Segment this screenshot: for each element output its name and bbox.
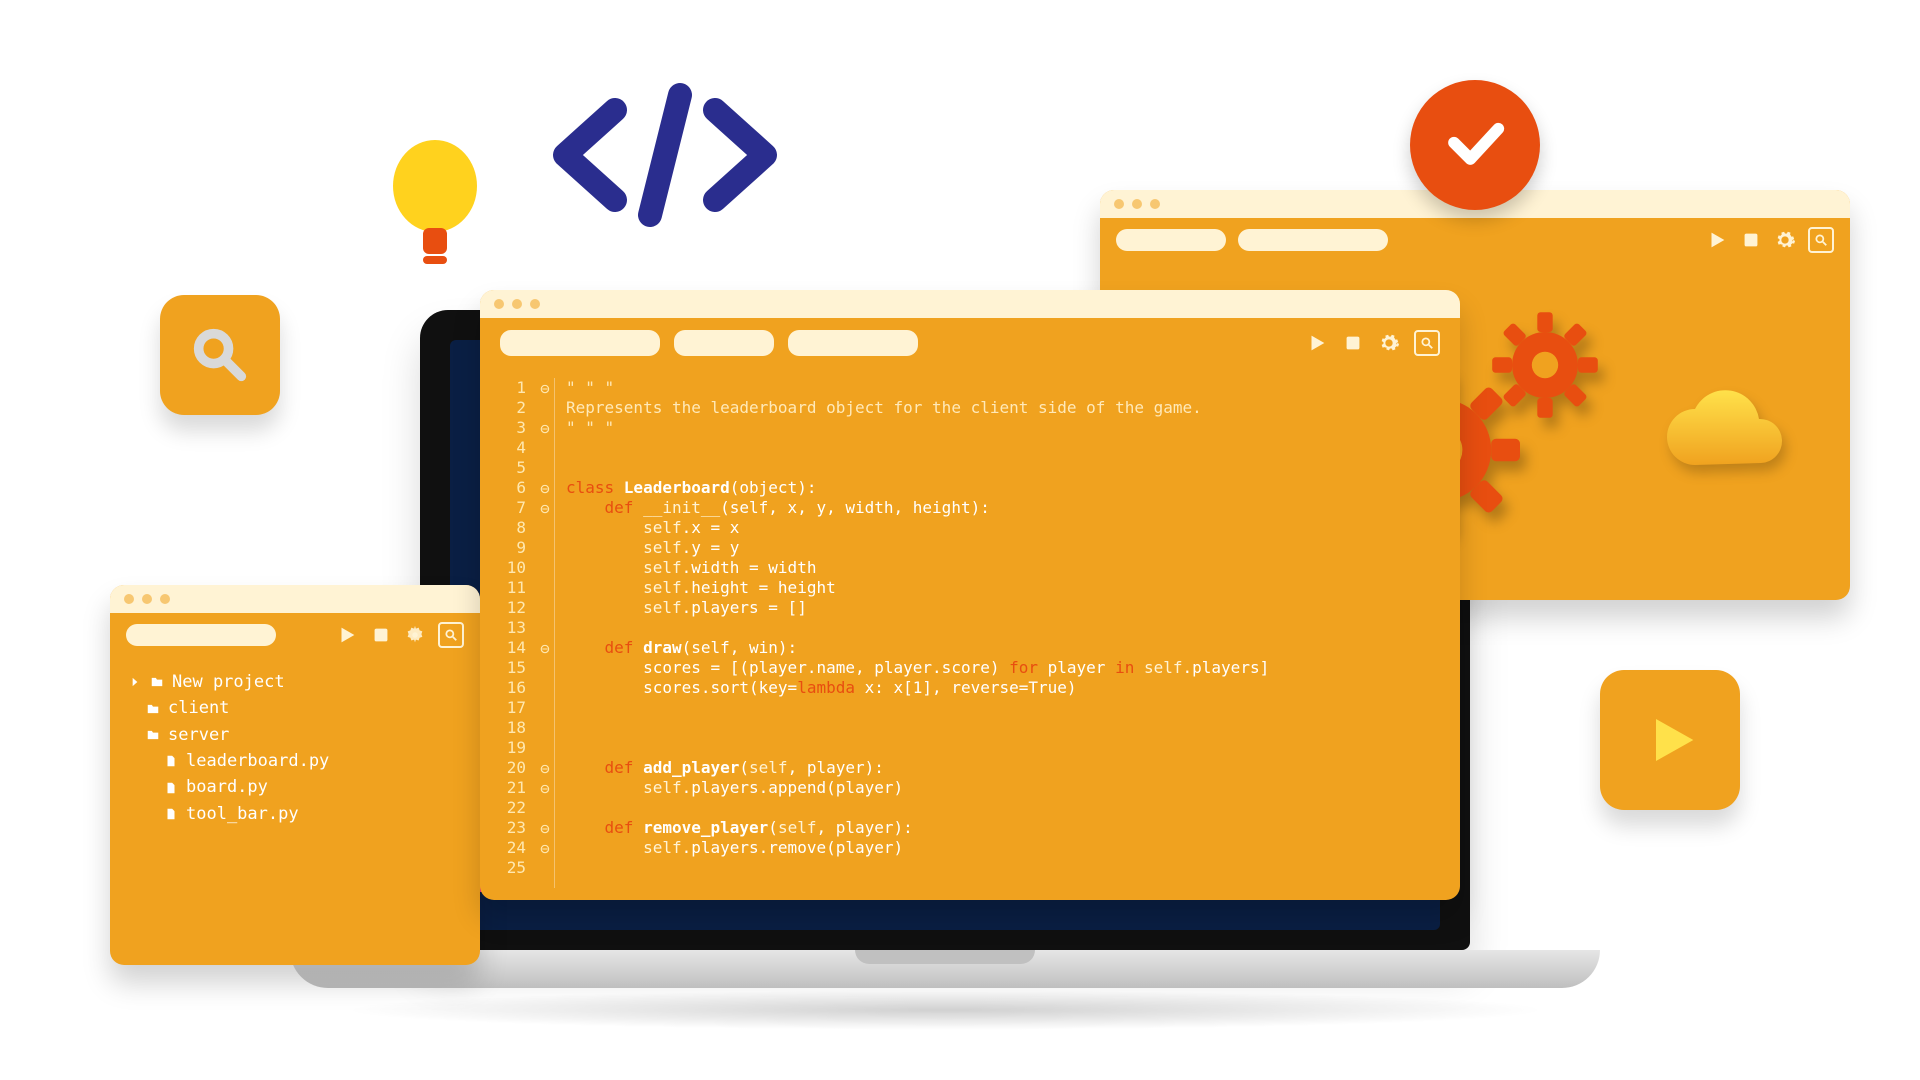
lightbulb-icon (385, 136, 485, 276)
code-editor[interactable]: 1234567891011121314151617181920212223242… (480, 368, 1460, 904)
editor-window: 1234567891011121314151617181920212223242… (480, 290, 1460, 900)
tab[interactable] (1116, 229, 1226, 251)
toolbar (110, 613, 480, 657)
fold-column: ⊖⊖⊖⊖⊖⊖⊖⊖⊖ (536, 378, 554, 878)
editor-tab[interactable] (500, 330, 660, 356)
tab[interactable] (1238, 229, 1388, 251)
traffic-dot (1150, 199, 1160, 209)
tree-file[interactable]: tool_bar.py (128, 801, 462, 827)
file-tree[interactable]: New projectclientserverleaderboard.pyboa… (110, 657, 480, 839)
traffic-dot (512, 299, 522, 309)
stop-icon[interactable] (1342, 332, 1364, 354)
traffic-dot (494, 299, 504, 309)
laptop-notch (855, 950, 1035, 964)
tree-folder[interactable]: server (128, 722, 462, 748)
traffic-dot (142, 594, 152, 604)
play-tile-icon (1600, 670, 1740, 810)
play-icon[interactable] (1306, 332, 1328, 354)
toolbar (480, 318, 1460, 368)
gear-icon[interactable] (1378, 332, 1400, 354)
gear-icon[interactable] (1774, 229, 1796, 251)
checkmark-badge-icon (1410, 80, 1540, 210)
traffic-dot (124, 594, 134, 604)
titlebar (480, 290, 1460, 318)
search-icon[interactable] (1414, 330, 1440, 356)
tree-file[interactable]: board.py (128, 774, 462, 800)
traffic-dot (530, 299, 540, 309)
tree-folder[interactable]: client (128, 695, 462, 721)
traffic-dot (1132, 199, 1142, 209)
traffic-dot (160, 594, 170, 604)
tab[interactable] (126, 624, 276, 646)
tree-root[interactable]: New project (128, 669, 462, 695)
play-icon[interactable] (336, 624, 358, 646)
stop-icon[interactable] (370, 624, 392, 646)
editor-tab[interactable] (674, 330, 774, 356)
search-tile-icon (160, 295, 280, 415)
code-brackets-icon (540, 80, 790, 230)
play-icon[interactable] (1706, 229, 1728, 251)
line-gutter: 1234567891011121314151617181920212223242… (480, 378, 536, 878)
search-icon[interactable] (1808, 227, 1834, 253)
toolbar (1100, 218, 1850, 262)
search-icon[interactable] (438, 622, 464, 648)
gear-icon[interactable] (404, 624, 426, 646)
cloud-icon (1660, 390, 1790, 480)
stop-icon[interactable] (1740, 229, 1762, 251)
tree-file[interactable]: leaderboard.py (128, 748, 462, 774)
gear-small-icon (1490, 310, 1600, 420)
file-tree-window: New projectclientserverleaderboard.pyboa… (110, 585, 480, 965)
titlebar (110, 585, 480, 613)
traffic-dot (1114, 199, 1124, 209)
editor-tab[interactable] (788, 330, 918, 356)
laptop-shadow (340, 990, 1550, 1030)
code-lines: " " "Represents the leaderboard object f… (566, 378, 1440, 878)
gutter-line (554, 378, 555, 888)
